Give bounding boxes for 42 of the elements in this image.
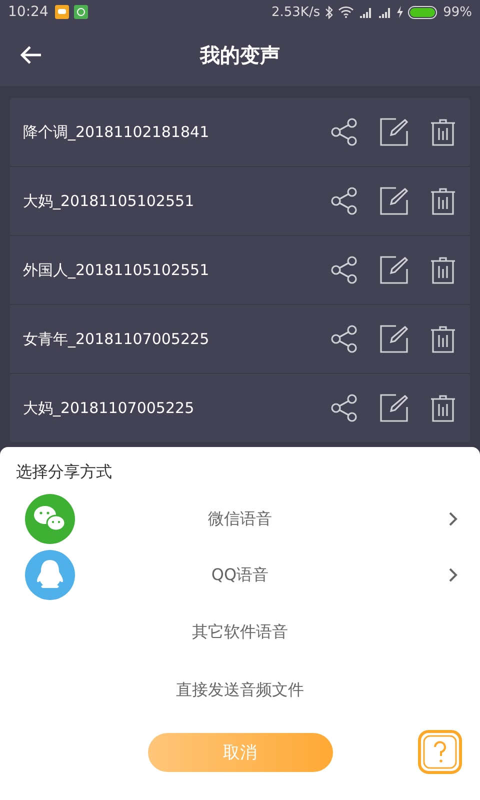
edit-icon[interactable] (380, 118, 408, 146)
battery-icon (408, 6, 438, 18)
status-time: 10:24 (8, 4, 48, 20)
chevron-right-icon (449, 568, 458, 582)
share-option[interactable]: 直接发送音频文件 (176, 680, 304, 700)
wifi-icon (338, 6, 354, 18)
delete-icon[interactable] (430, 256, 456, 284)
recording-name[interactable]: 外国人_20181105102551 (23, 260, 308, 280)
chat-bubbles-icon (25, 494, 75, 544)
charging-icon (397, 6, 404, 18)
edit-icon[interactable] (380, 256, 408, 284)
delete-icon[interactable] (430, 325, 456, 353)
battery-percent: 99% (443, 4, 472, 20)
recording-name[interactable]: 降个调_20181102181841 (23, 122, 308, 142)
sheet-title: 选择分享方式 (16, 462, 112, 483)
share-option[interactable]: QQ语音 (211, 564, 269, 586)
share-icon[interactable] (330, 118, 358, 146)
recording-name[interactable]: 女青年_20181107005225 (23, 330, 308, 348)
delete-icon[interactable] (430, 118, 456, 146)
bluetooth-icon (325, 6, 334, 18)
notification-icon (55, 5, 70, 19)
edit-icon[interactable] (380, 187, 408, 215)
recording-name[interactable]: 大妈_20181107005225 (23, 398, 308, 418)
edit-icon[interactable] (380, 394, 408, 422)
share-icon[interactable] (330, 394, 358, 422)
signal-icon (359, 6, 374, 18)
share-icon[interactable] (330, 256, 358, 284)
delete-icon[interactable] (430, 394, 456, 422)
recording-name[interactable]: 大妈_20181105102551 (23, 192, 308, 210)
notification-icon (74, 5, 88, 19)
share-icon[interactable] (330, 187, 358, 215)
network-speed: 2.53K/s (271, 4, 320, 20)
share-icon[interactable] (330, 325, 358, 353)
share-option[interactable]: 其它软件语音 (192, 622, 288, 642)
back-icon[interactable] (20, 46, 42, 64)
delete-icon[interactable] (430, 187, 456, 215)
page-title: 我的变声 (200, 42, 280, 68)
penguin-icon (25, 550, 75, 600)
chevron-right-icon (449, 512, 458, 526)
signal-icon (378, 6, 392, 18)
edit-icon[interactable] (380, 325, 408, 353)
share-option[interactable]: 微信语音 (208, 508, 272, 530)
